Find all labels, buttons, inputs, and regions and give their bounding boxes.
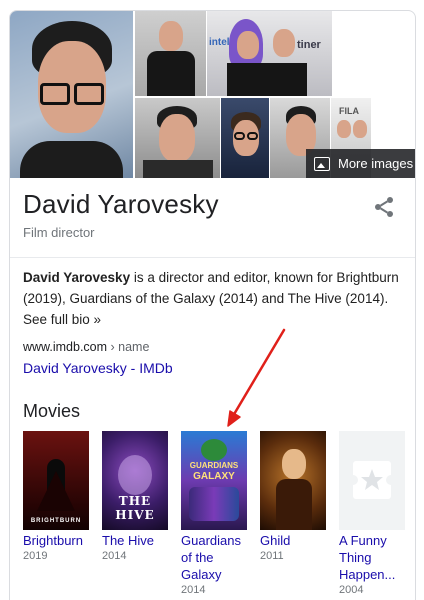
more-images-button[interactable]: More images: [306, 149, 415, 178]
entity-title: David Yarovesky: [23, 189, 219, 219]
movie-title[interactable]: Guardians of the Galaxy: [181, 532, 247, 583]
poster-title-text: GUARDIANS: [189, 461, 239, 470]
movie-card-brightburn[interactable]: BRIGHTBURN Brightburn 2019: [23, 431, 89, 562]
sponsor-logo-text: intel: [209, 37, 230, 48]
movie-year: 2014: [181, 584, 206, 596]
movie-year: 2019: [23, 550, 48, 562]
image-icon: [314, 156, 330, 171]
source-url: www.imdb.com › name: [23, 340, 149, 354]
divider: [10, 257, 415, 258]
movies-heading: Movies: [23, 401, 81, 421]
sponsor-logo-text: tiner: [297, 39, 321, 51]
description-name: David Yarovesky: [23, 270, 131, 285]
movie-title[interactable]: A Funny Thing Happen...: [339, 532, 405, 583]
movie-card-a-funny-thing[interactable]: A Funny Thing Happen... 2004: [339, 431, 405, 596]
knowledge-panel: intel tiner FILA More images David Yarov…: [9, 10, 416, 600]
movie-title[interactable]: Ghild: [260, 532, 326, 549]
movie-year: 2014: [102, 550, 127, 562]
movie-poster[interactable]: [260, 431, 326, 530]
photo-4[interactable]: [135, 98, 220, 178]
poster-title-text: THE HIVE: [115, 494, 155, 522]
movie-poster[interactable]: BRIGHTBURN: [23, 431, 89, 530]
poster-title-text: GALAXY: [193, 471, 235, 482]
movie-card-guardians[interactable]: GUARDIANS GALAXY Guardians of the Galaxy…: [181, 431, 247, 596]
source-domain: www.imdb.com: [23, 340, 108, 354]
sponsor-logo-text: FILA: [339, 106, 359, 116]
image-collage[interactable]: intel tiner FILA More images: [10, 11, 415, 178]
photo-main[interactable]: [10, 11, 133, 178]
movie-poster-placeholder[interactable]: [339, 431, 405, 530]
more-images-label: More images: [338, 156, 414, 171]
photo-3[interactable]: intel tiner: [207, 11, 332, 96]
film-placeholder-icon: [348, 461, 396, 499]
photo-2[interactable]: [135, 11, 206, 96]
imdb-link[interactable]: David Yarovesky - IMDb: [23, 360, 173, 376]
source-path: › name: [107, 340, 150, 354]
movie-title[interactable]: Brightburn: [23, 532, 89, 549]
entity-subtitle: Film director: [23, 225, 95, 240]
movie-year: 2011: [260, 550, 284, 562]
movie-poster[interactable]: GUARDIANS GALAXY: [181, 431, 247, 530]
movie-year: 2004: [339, 584, 364, 596]
movie-title[interactable]: The Hive: [102, 532, 168, 549]
poster-title-text: BRIGHTBURN: [30, 518, 82, 524]
share-icon[interactable]: [372, 195, 396, 219]
movie-poster[interactable]: THE HIVE: [102, 431, 168, 530]
entity-description: David Yarovesky is a director and editor…: [23, 267, 407, 330]
movie-card-ghild[interactable]: Ghild 2011: [260, 431, 326, 562]
see-full-bio-link[interactable]: See full bio »: [23, 309, 101, 330]
movie-card-the-hive[interactable]: THE HIVE The Hive 2014: [102, 431, 168, 562]
photo-5[interactable]: [221, 98, 269, 178]
